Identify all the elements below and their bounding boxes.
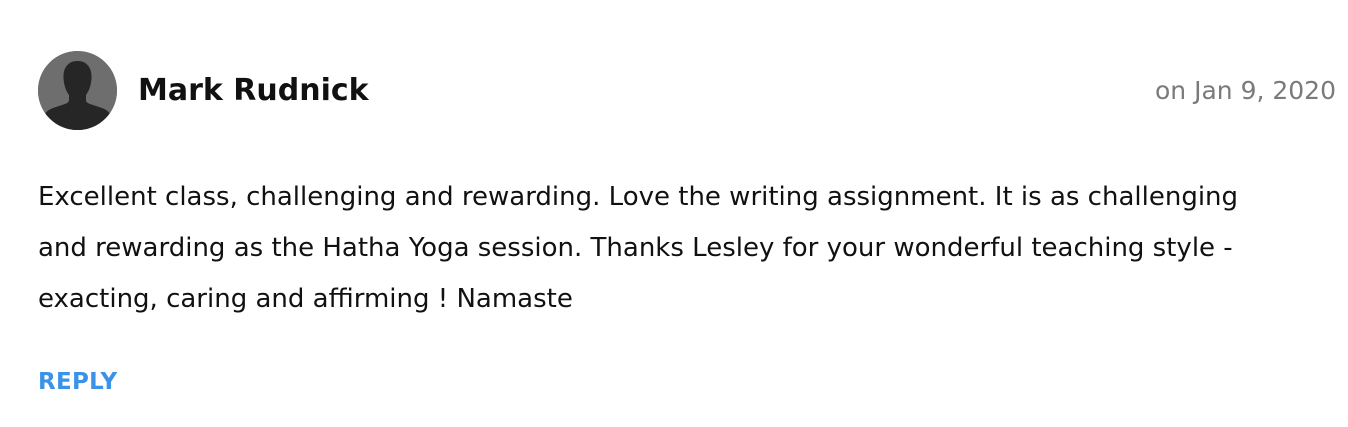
comment-card: Mark Rudnick on Jan 9, 2020 Excellent cl… (0, 0, 1348, 427)
comment-date: on Jan 9, 2020 (1155, 76, 1336, 105)
avatar (38, 51, 117, 130)
reply-button[interactable]: REPLY (38, 365, 118, 399)
default-user-silhouette-icon (38, 51, 117, 130)
comment-author: Mark Rudnick (138, 73, 369, 108)
comment-text: Excellent class, challenging and rewardi… (38, 182, 1239, 314)
